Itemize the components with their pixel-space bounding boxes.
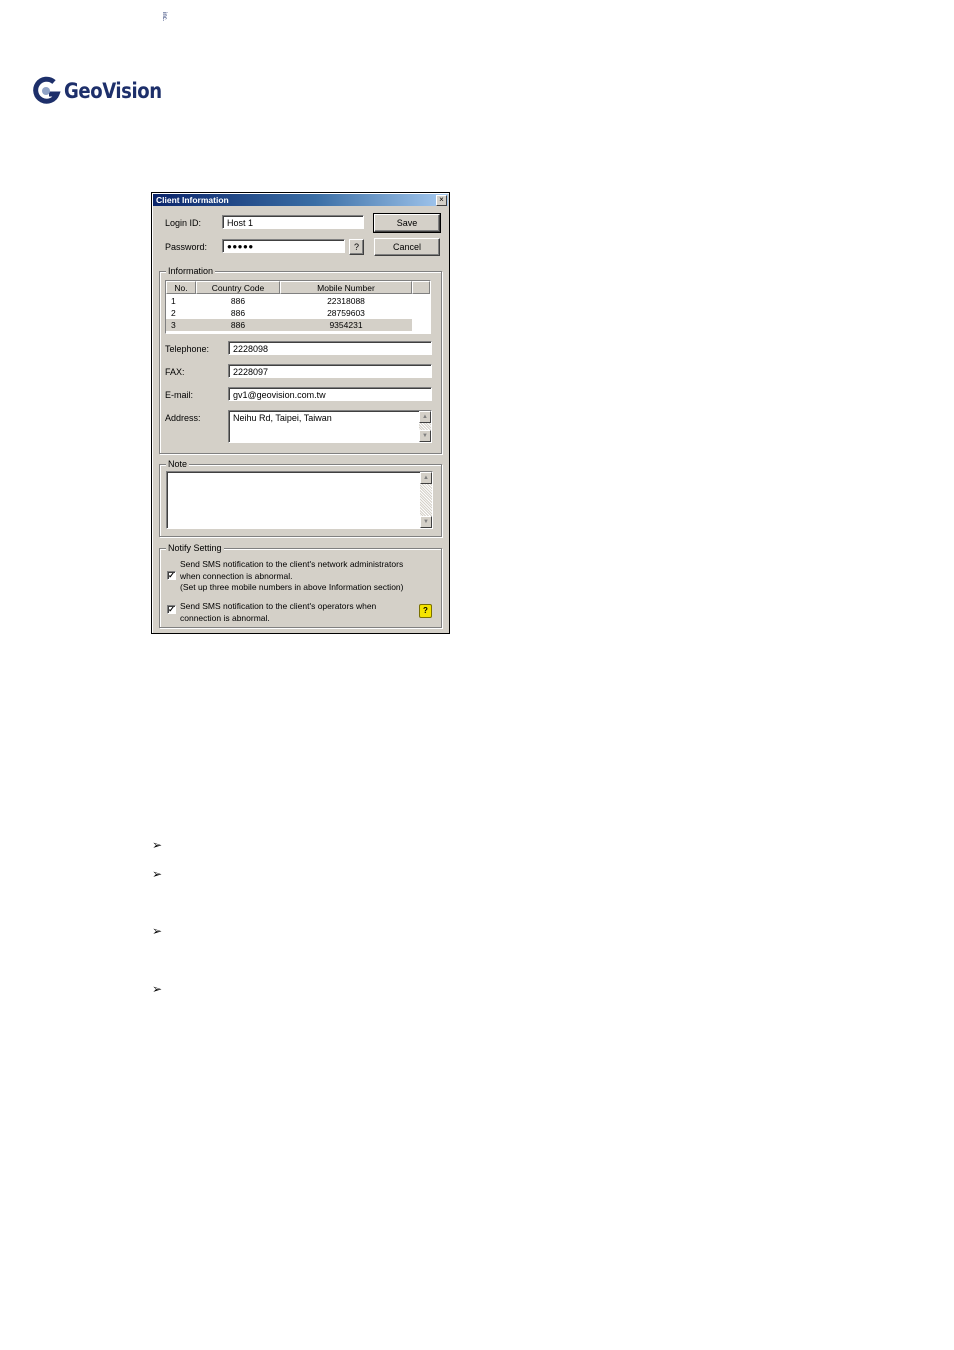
column-header-no[interactable]: No. [166, 281, 196, 294]
notify-operators-label-line1: Send SMS notification to the client's op… [180, 601, 377, 611]
fax-label: FAX: [165, 367, 185, 377]
row-mobile-number: 9354231 [329, 320, 363, 330]
notify-admin-label-line1: Send SMS notification to the client's ne… [180, 559, 404, 569]
save-button[interactable]: Save [373, 213, 441, 233]
row-no: 3 [171, 320, 176, 330]
scroll-up-icon[interactable]: ▲ [420, 472, 432, 484]
column-header-blank [412, 281, 430, 294]
list-item[interactable]: 2 886 28759603 [166, 307, 412, 319]
row-country-code: 886 [230, 308, 246, 318]
address-scrollbar[interactable]: ▲ ▼ [419, 411, 431, 442]
notify-admin-checkbox[interactable]: ✓ [167, 571, 176, 580]
geovision-logo: GeoVision [32, 74, 178, 108]
row-country-code: 886 [230, 296, 246, 306]
notify-admin-label-line2: when connection is abnormal. [180, 571, 293, 581]
row-mobile-number: 22318088 [327, 296, 365, 306]
client-information-dialog: Client Information × Login ID: Host 1 Pa… [151, 192, 450, 634]
row-no: 1 [171, 296, 176, 306]
password-field[interactable]: ●●●●● [222, 239, 345, 253]
row-country-code: 886 [230, 320, 246, 330]
bullet-arrow-icon: ➢ [152, 924, 163, 938]
fax-field[interactable]: 2228097 [228, 364, 432, 378]
list-item[interactable]: 1 886 22318088 [166, 295, 412, 307]
notify-operators-label-line2: connection is abnormal. [180, 613, 270, 623]
mobile-number-list[interactable]: No. Country Code Mobile Number 1 886 223… [165, 280, 431, 334]
address-field[interactable]: Neihu Rd, Taipei, Taiwan ▲ ▼ [228, 410, 432, 443]
logo-mark-icon [32, 76, 62, 106]
row-no: 2 [171, 308, 176, 318]
address-text: Neihu Rd, Taipei, Taiwan [233, 413, 332, 423]
notify-operators-checkbox[interactable]: ✓ [167, 605, 176, 614]
logo-suffix: inc. [161, 12, 167, 22]
list-item-selected[interactable]: 3 886 9354231 [166, 319, 412, 331]
note-group-title: Note [166, 459, 190, 469]
list-header: No. Country Code Mobile Number [166, 281, 430, 294]
scroll-down-icon[interactable]: ▼ [419, 430, 431, 442]
scroll-up-icon[interactable]: ▲ [419, 411, 431, 423]
telephone-field[interactable]: 2228098 [228, 341, 432, 355]
logo-text: GeoVision [64, 79, 162, 103]
notify-setting-group-title: Notify Setting [166, 543, 224, 553]
login-id-field[interactable]: Host 1 [222, 215, 364, 229]
email-label: E-mail: [165, 390, 194, 400]
login-id-label: Login ID: [165, 218, 202, 228]
dialog-titlebar[interactable]: Client Information × [153, 194, 448, 206]
password-help-button[interactable]: ? [349, 239, 364, 255]
note-scrollbar[interactable]: ▲ ▼ [420, 472, 432, 528]
cancel-button[interactable]: Cancel [374, 238, 440, 256]
bullet-arrow-icon: ➢ [152, 838, 163, 852]
notify-admin-label-line3: (Set up three mobile numbers in above In… [180, 582, 404, 592]
dialog-title: Client Information [156, 195, 229, 205]
row-mobile-number: 28759603 [327, 308, 365, 318]
bullet-arrow-icon: ➢ [152, 982, 163, 996]
help-icon[interactable]: ? [419, 604, 432, 618]
password-label: Password: [165, 242, 208, 252]
scroll-down-icon[interactable]: ▼ [420, 516, 432, 528]
bullet-arrow-icon: ➢ [152, 867, 163, 881]
address-label: Address: [165, 413, 201, 423]
column-header-mobile-number[interactable]: Mobile Number [280, 281, 412, 294]
information-group-title: Information [166, 266, 216, 276]
column-header-country-code[interactable]: Country Code [196, 281, 280, 294]
telephone-label: Telephone: [165, 344, 210, 354]
close-icon[interactable]: × [436, 195, 447, 206]
note-field[interactable]: ▲ ▼ [166, 471, 433, 529]
email-field[interactable]: gv1@geovision.com.tw [228, 387, 432, 401]
